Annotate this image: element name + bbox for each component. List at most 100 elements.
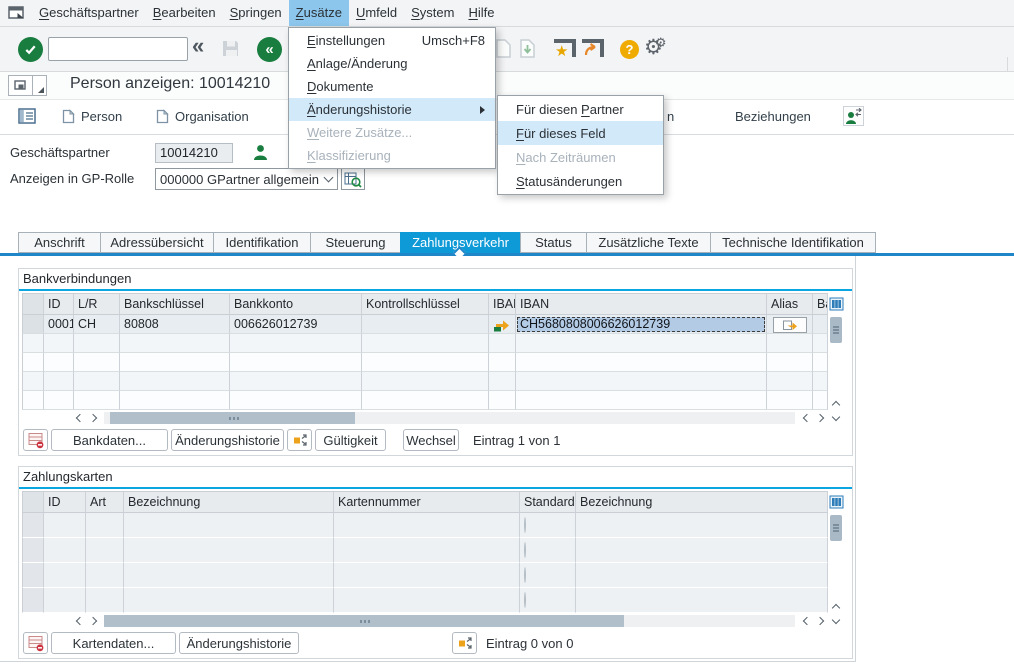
menu-geschaeftspartner[interactable]: Geschäftspartner (32, 0, 146, 26)
bank-empty-row[interactable] (22, 372, 828, 391)
menuitem-nach-zeitraeumen[interactable]: Nach Zeiträumen (498, 145, 663, 169)
expand-entries-button[interactable] (452, 632, 477, 654)
col-lr[interactable]: L/R (74, 293, 120, 315)
menuitem-einstellungen[interactable]: Einstellungen Umsch+F8 (289, 29, 495, 52)
col-bezeichnung[interactable]: Bezeichnung (124, 491, 334, 513)
services-for-object-button[interactable] (8, 75, 47, 96)
tab-identifikation[interactable]: Identifikation (213, 232, 310, 253)
cards-empty-row[interactable] (22, 588, 828, 613)
bank-aenderungshistorie-button[interactable]: Änderungshistorie (171, 429, 284, 451)
cards-empty-row[interactable] (22, 538, 828, 563)
tab-anschrift[interactable]: Anschrift (18, 232, 100, 253)
bank-row-1[interactable]: 0001 CH 80808 006626012739 CH56808080066… (22, 315, 828, 334)
delete-row-button[interactable] (23, 429, 48, 451)
tab-adressuebersicht[interactable]: Adressübersicht (100, 232, 213, 253)
bank-cell-lr[interactable]: CH (74, 315, 120, 334)
menuitem-statusaenderungen[interactable]: Statusänderungen (498, 169, 663, 193)
menu-system[interactable]: System (404, 0, 461, 26)
scroll-right-icon[interactable] (86, 614, 101, 629)
col-bankschluessel[interactable]: Bankschlüssel (120, 293, 230, 315)
standard-radio[interactable] (524, 517, 526, 533)
scrollbar-track[interactable] (104, 412, 795, 424)
menuitem-fuer-dieses-feld[interactable]: Für dieses Feld (498, 121, 663, 145)
cards-empty-row[interactable] (22, 563, 828, 588)
table-settings-icon[interactable] (829, 293, 844, 315)
scrollbar-track[interactable] (104, 615, 795, 627)
relations-person-icon[interactable] (843, 106, 864, 126)
scroll-up-icon[interactable] (829, 599, 844, 614)
table-settings-icon[interactable] (829, 491, 844, 513)
scroll-right-icon[interactable] (86, 411, 101, 426)
col-standard[interactable]: Standard (520, 491, 576, 513)
menuitem-fuer-diesen-partner[interactable]: Für diesen Partner (498, 97, 663, 121)
button-person[interactable]: Person (62, 109, 122, 124)
row-selector-header[interactable] (22, 293, 44, 315)
scrollbar-thumb[interactable] (110, 412, 355, 424)
menuitem-aenderungshistorie[interactable]: Änderungshistorie (289, 98, 495, 121)
col-alias[interactable]: Alias (767, 293, 813, 315)
scroll-down-icon[interactable] (829, 411, 844, 426)
menu-hilfe[interactable]: Hilfe (461, 0, 501, 26)
scroll-left-icon[interactable] (71, 411, 86, 426)
bank-cell-bankkonto[interactable]: 006626012739 (230, 315, 362, 334)
cards-aenderungshistorie-button[interactable]: Änderungshistorie (179, 632, 299, 654)
bank-cell-bankschluessel[interactable]: 80808 (120, 315, 230, 334)
standard-radio[interactable] (524, 542, 526, 558)
worklist-icon[interactable] (18, 108, 37, 125)
alias-button[interactable] (773, 317, 807, 333)
role-search-button[interactable] (341, 168, 365, 190)
gueltigkeit-button[interactable]: Gültigkeit (315, 429, 386, 451)
col-art[interactable]: Art (86, 491, 124, 513)
scroll-left-icon[interactable] (71, 614, 86, 629)
scroll-right-icon[interactable] (813, 614, 828, 629)
command-field[interactable] (48, 37, 188, 61)
scrollbar-thumb[interactable] (830, 515, 842, 541)
scroll-left-icon[interactable] (798, 614, 813, 629)
scroll-right-icon[interactable] (813, 411, 828, 426)
scrollbar-thumb[interactable] (830, 317, 842, 343)
menu-zusaetze[interactable]: Zusätze (289, 0, 349, 26)
scroll-down-icon[interactable] (829, 614, 844, 629)
delete-row-button[interactable] (23, 632, 48, 654)
row-selector[interactable] (22, 315, 44, 334)
col-iban-icon[interactable]: IBAN (489, 293, 516, 315)
services-for-object-icon[interactable] (9, 76, 33, 95)
back-icon[interactable]: « (257, 37, 282, 62)
scroll-left-icon[interactable] (798, 411, 813, 426)
iban-selected-value[interactable]: CH5680808006626012739 (517, 317, 765, 332)
partner-number-field[interactable]: 10014210 (155, 143, 233, 163)
bank-cell-id[interactable]: 0001 (44, 315, 74, 334)
bank-empty-row[interactable] (22, 334, 828, 353)
bankdaten-button[interactable]: Bankdaten... (51, 429, 168, 451)
tab-status[interactable]: Status (520, 232, 586, 253)
button-organisation[interactable]: Organisation (156, 109, 249, 124)
menu-bearbeiten[interactable]: Bearbeiten (146, 0, 223, 26)
settings-gear-icon[interactable]: ⚙⚙ (644, 35, 658, 60)
menuitem-anlage-aenderung[interactable]: Anlage/Änderung (289, 52, 495, 75)
col-bankkonto[interactable]: Bankkonto (230, 293, 362, 315)
services-dropdown-icon[interactable] (33, 76, 46, 95)
col-id[interactable]: ID (44, 293, 74, 315)
row-selector-header[interactable] (22, 491, 44, 513)
button-beziehungen[interactable]: Beziehungen (735, 109, 811, 124)
scroll-up-icon[interactable] (829, 396, 844, 411)
col-kontrollschluessel[interactable]: Kontrollschlüssel (362, 293, 489, 315)
menuitem-weitere-zusaetze[interactable]: Weitere Zusätze... (289, 121, 495, 144)
scrollbar-thumb[interactable] (104, 615, 624, 627)
col-iban[interactable]: IBAN (516, 293, 767, 315)
enter-icon[interactable] (18, 37, 43, 62)
iban-expand-icon[interactable] (489, 315, 516, 334)
tab-steuerung[interactable]: Steuerung (310, 232, 400, 253)
col-id[interactable]: ID (44, 491, 86, 513)
previous-commands-icon[interactable]: « (192, 33, 204, 59)
standard-radio[interactable] (524, 592, 526, 608)
col-kartennummer[interactable]: Kartennummer (334, 491, 520, 513)
new-session-star-icon[interactable]: ★ (552, 38, 577, 62)
wechsel-button[interactable]: Wechsel (403, 429, 459, 451)
standard-radio[interactable] (524, 567, 526, 583)
col-bezeichnung-2[interactable]: Bezeichnung (576, 491, 828, 513)
bank-cell-iban[interactable]: CH5680808006626012739 (516, 315, 767, 334)
menu-springen[interactable]: Springen (223, 0, 289, 26)
bank-empty-row[interactable] (22, 353, 828, 372)
expand-entries-button[interactable] (287, 429, 312, 451)
